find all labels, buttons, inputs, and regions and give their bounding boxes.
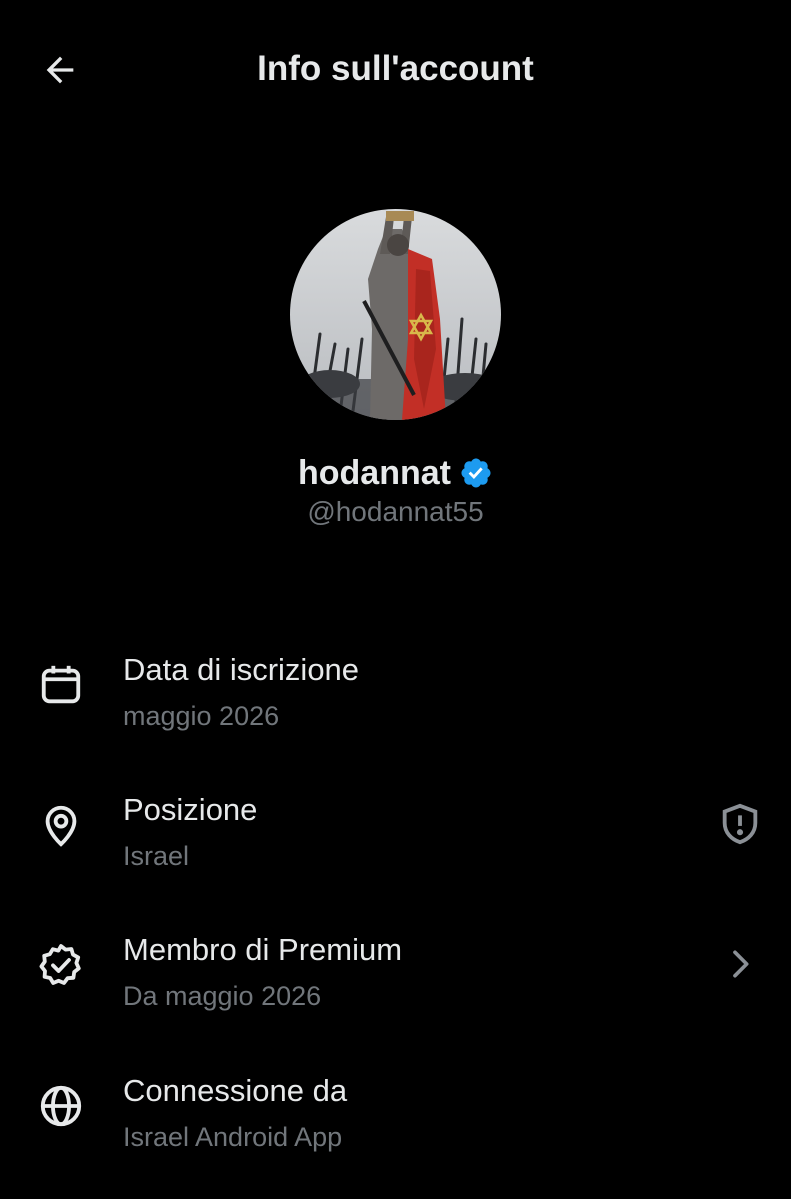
globe-icon: [36, 1081, 86, 1131]
location-pin-icon: [36, 800, 86, 850]
row-value-joined: maggio 2026: [123, 701, 280, 731]
page-title: Info sull'account: [257, 49, 534, 88]
row-label-connection: Connessione da: [123, 1073, 348, 1108]
back-button[interactable]: [36, 46, 84, 94]
info-row-joined: Data di iscrizione maggio 2026: [0, 634, 791, 762]
top-app-bar: Info sull'account: [0, 0, 791, 140]
info-row-connection: Connessione da Israel Android App: [0, 1055, 791, 1183]
row-label-location: Posizione: [123, 792, 258, 827]
verified-badge-icon: [36, 940, 86, 990]
row-label-joined: Data di iscrizione: [123, 652, 360, 687]
shield-alert-icon: [722, 803, 758, 845]
row-value-location: Israel: [123, 841, 190, 871]
display-name-row: hodannat: [0, 452, 791, 494]
calendar-icon: [36, 660, 86, 710]
info-row-premium[interactable]: Membro di Premium Da maggio 2026: [0, 914, 791, 1042]
verified-badge-icon: [461, 458, 491, 488]
info-row-location: Posizione Israel: [0, 774, 791, 902]
user-handle: @hodannat55: [307, 496, 484, 527]
arrow-left-icon: [46, 56, 74, 84]
row-value-premium: Da maggio 2026: [123, 981, 322, 1011]
avatar[interactable]: [290, 209, 501, 420]
row-value-connection: Israel Android App: [123, 1122, 343, 1152]
display-name: hodannat: [298, 454, 451, 492]
shield-alert-button[interactable]: [714, 798, 766, 850]
row-label-premium: Membro di Premium: [123, 932, 403, 967]
chevron-right-icon: [714, 938, 766, 990]
